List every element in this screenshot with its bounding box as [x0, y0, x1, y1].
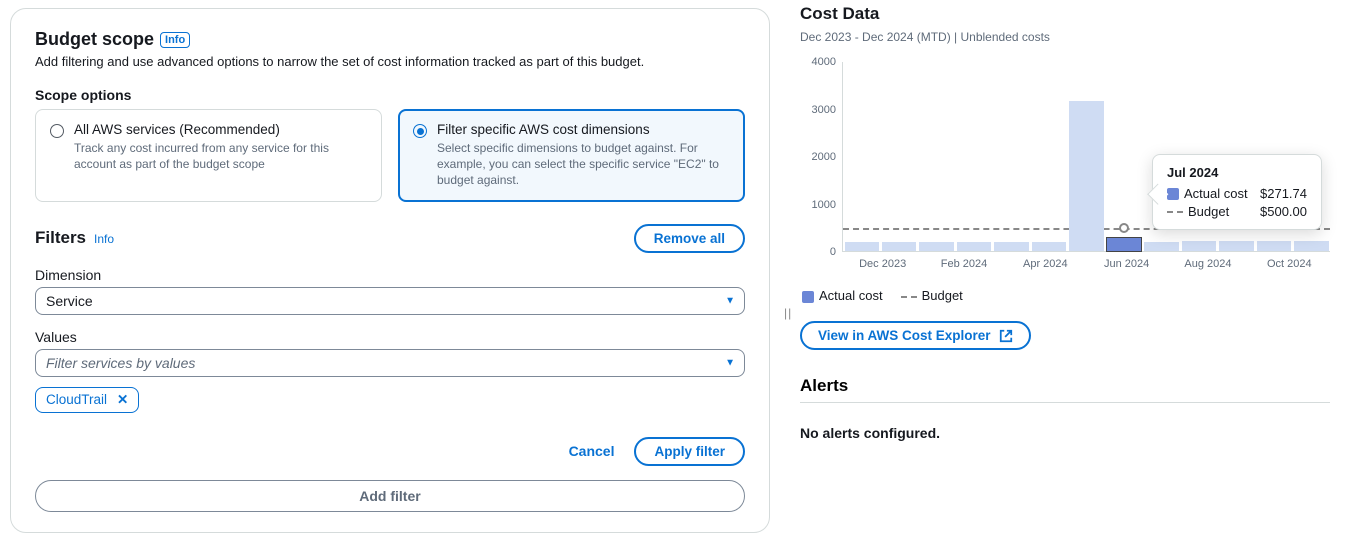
values-select-placeholder: Filter services by values: [35, 349, 745, 377]
cost-data-subtitle: Dec 2023 - Dec 2024 (MTD) | Unblended co…: [800, 30, 1330, 44]
y-tick-label: 2000: [812, 151, 836, 163]
filters-title: Filters: [35, 228, 86, 248]
y-tick-label: 0: [830, 246, 836, 258]
cost-bar[interactable]: [919, 242, 953, 251]
scope-option-desc: Track any cost incurred from any service…: [74, 140, 367, 172]
dimension-select[interactable]: Service ▼: [35, 287, 745, 315]
x-tick-label: Aug 2024: [1167, 258, 1248, 270]
cost-bar[interactable]: [1107, 238, 1141, 251]
alerts-title: Alerts: [800, 376, 1330, 403]
remove-tag-icon[interactable]: ✕: [117, 392, 128, 408]
cost-bar[interactable]: [882, 242, 916, 251]
cost-data-title: Cost Data: [800, 4, 1330, 24]
scope-option-title: Filter specific AWS cost dimensions: [437, 122, 730, 137]
tooltip-budget-label: Budget: [1188, 204, 1229, 219]
tooltip-actual-label: Actual cost: [1184, 186, 1248, 201]
tooltip-actual-value: $271.74: [1260, 186, 1307, 201]
x-tick-label: Oct 2024: [1249, 258, 1330, 270]
cost-bar[interactable]: [1069, 101, 1103, 251]
cost-bar[interactable]: [845, 242, 879, 251]
budget-swatch-icon: [901, 296, 917, 298]
dimension-label: Dimension: [35, 267, 745, 283]
actual-cost-swatch-icon: [802, 291, 814, 303]
view-in-cost-explorer-button[interactable]: View in AWS Cost Explorer: [800, 321, 1031, 350]
budget-scope-title: Budget scope: [35, 29, 154, 50]
tooltip-month: Jul 2024: [1167, 165, 1307, 180]
dimension-select-value: Service: [35, 287, 745, 315]
budget-scope-subtitle: Add filtering and use advanced options t…: [35, 54, 745, 69]
cost-chart: 01000200030004000 Dec 2023Feb 2024Apr 20…: [800, 62, 1330, 270]
scope-option-desc: Select specific dimensions to budget aga…: [437, 140, 730, 189]
radio-icon: [413, 124, 427, 138]
add-filter-button[interactable]: Add filter: [35, 480, 745, 512]
external-link-icon: [999, 329, 1013, 343]
budget-scope-panel: Budget scope Info Add filtering and use …: [10, 8, 770, 533]
cost-bar[interactable]: [1032, 242, 1066, 252]
cost-bar[interactable]: [1182, 241, 1216, 251]
budget-swatch-icon: [1167, 211, 1183, 213]
scope-options-label: Scope options: [35, 87, 745, 103]
selected-value-tag: CloudTrail ✕: [35, 387, 139, 413]
y-tick-label: 3000: [812, 104, 836, 116]
cost-bar[interactable]: [1144, 242, 1178, 252]
x-tick-label: Dec 2023: [842, 258, 923, 270]
view-btn-label: View in AWS Cost Explorer: [818, 328, 991, 343]
cost-bar[interactable]: [1294, 241, 1328, 251]
values-label: Values: [35, 329, 745, 345]
caret-down-icon: ▼: [725, 357, 735, 368]
x-tick-label: Apr 2024: [1005, 258, 1086, 270]
apply-filter-button[interactable]: Apply filter: [634, 437, 745, 466]
cost-bar[interactable]: [957, 242, 991, 251]
cost-bar[interactable]: [1257, 241, 1291, 251]
alerts-empty-text: No alerts configured.: [800, 425, 1330, 441]
scope-option-all-services[interactable]: All AWS services (Recommended) Track any…: [35, 109, 382, 202]
cost-bar[interactable]: [994, 242, 1028, 252]
chart-legend: Actual cost Budget: [802, 288, 1330, 303]
y-tick-label: 1000: [812, 199, 836, 211]
x-tick-label: Feb 2024: [923, 258, 1004, 270]
radio-icon: [50, 124, 64, 138]
x-tick-label: Jun 2024: [1086, 258, 1167, 270]
scope-option-filter-dimensions[interactable]: Filter specific AWS cost dimensions Sele…: [398, 109, 745, 202]
legend-actual-label: Actual cost: [819, 288, 883, 303]
cancel-button[interactable]: Cancel: [569, 443, 615, 459]
y-tick-label: 4000: [812, 56, 836, 68]
tag-label: CloudTrail: [46, 392, 107, 407]
filters-info-link[interactable]: Info: [94, 232, 114, 246]
actual-cost-swatch-icon: [1167, 188, 1179, 200]
scope-option-title: All AWS services (Recommended): [74, 122, 367, 137]
cost-bar[interactable]: [1219, 241, 1253, 251]
chart-tooltip: Jul 2024 Actual cost $271.74 Budget $500…: [1152, 154, 1322, 230]
info-badge[interactable]: Info: [160, 32, 190, 48]
values-select[interactable]: Filter services by values ▼: [35, 349, 745, 377]
tooltip-budget-value: $500.00: [1260, 204, 1307, 219]
legend-budget-label: Budget: [922, 288, 963, 303]
caret-down-icon: ▼: [725, 295, 735, 306]
remove-all-button[interactable]: Remove all: [634, 224, 745, 253]
